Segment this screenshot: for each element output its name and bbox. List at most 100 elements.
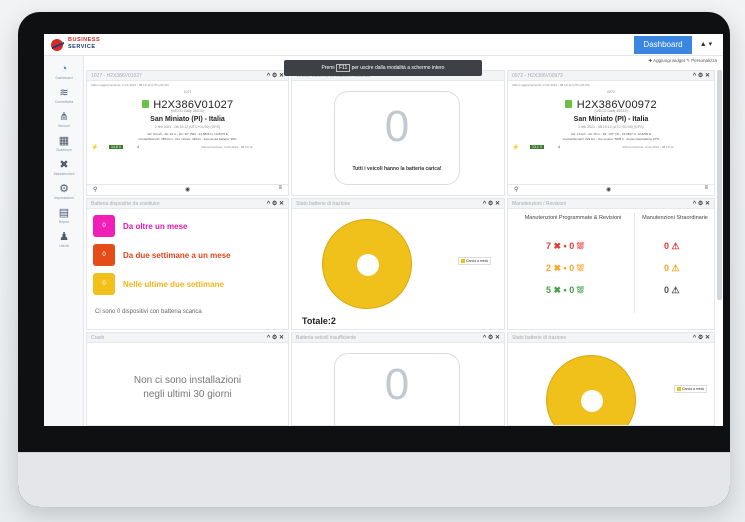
maintenance-panel: Manutenzioni / Revisioni ^ ⚙ ✕ Manutenzi… [507, 198, 715, 330]
voltage-badge: 14,8 V [109, 145, 124, 149]
vehicle-status-row: ⚡ 13,1 V 4 Ultima ricezione: 2 feb 2021 … [512, 143, 712, 153]
panel-title: Stato batterie di trazione [296, 201, 351, 207]
plug-icon: ⚡ [512, 145, 520, 151]
menu-icon[interactable]: ≡ [704, 185, 708, 191]
f11-key: F11 [335, 64, 351, 72]
sidebar-item-label: Scadenze [56, 148, 72, 152]
extraordinary-maintenance-count[interactable]: 0 ⚠ [664, 285, 680, 296]
vehicle-status-icon [141, 99, 149, 108]
panel-title: Batteria dispositivi da sostituire [91, 201, 160, 207]
panel-controls[interactable]: ^ ⚙ ✕ [483, 334, 500, 341]
panel-header: Stato batterie di trazione ^ ⚙ ✕ [292, 199, 504, 209]
dashboard-button[interactable]: Dashboard [634, 36, 692, 54]
vehicle-telemetry-line-2: Contachilometri: 629 km - Ore motore: 58… [562, 137, 660, 141]
legend-label: Carica a metà [682, 387, 704, 391]
page: BUSINESS SERVICE Dashboard ▲ ▾ ✚ Aggiung… [0, 0, 745, 522]
vehicle-status-icon [565, 99, 573, 108]
scheduled-maintenance-count[interactable]: 5 ✖ • 0 ⛆ [546, 285, 584, 296]
panel-header: Batteria dispositivi da sostituire ^ ⚙ ✕ [87, 199, 288, 209]
voltage-badge: 13,1 V [530, 145, 545, 149]
zoom-icon[interactable]: ⚲ [514, 186, 518, 193]
vehicle-code: 0972 [607, 90, 615, 94]
no-installations-line-1: Non ci sono installazioni [133, 375, 242, 386]
user-menu-button[interactable]: ▲ ▾ [694, 36, 718, 54]
sidebar-item-label: Utenti [59, 244, 69, 248]
counter-box: 0 [334, 353, 460, 425]
sidebar-item-utenti[interactable]: ♟ Utenti [44, 230, 84, 256]
tablet-device-chin [18, 452, 730, 507]
device-battery-panel: Batteria dispositivi da sostituire ^ ⚙ ✕… [86, 198, 289, 330]
calendar-icon: ▦ [58, 135, 70, 147]
battery-row-label: Da oltre un mese [123, 222, 188, 231]
add-widget-link[interactable]: ✚ Aggiungi widget ✎ Personalizza [648, 58, 717, 64]
battery-row[interactable]: 0 Nelle ultime due settimane [93, 273, 283, 295]
zoom-icon[interactable]: ⚲ [93, 186, 97, 193]
battery-count-badge: 0 [93, 244, 115, 266]
eye-icon[interactable]: ◉ [185, 186, 190, 193]
brand-line-1: BUSINESS [68, 37, 101, 43]
vehicle-code: 1027 [183, 90, 192, 94]
vehicle-location: San Miniato (PI) - Italia [150, 116, 225, 123]
plug-icon: ⚡ [91, 145, 99, 151]
panel-controls[interactable]: ^ ⚙ ✕ [693, 72, 710, 79]
panel-header: 0972 - H2X386V00972 ^ ⚙ ✕ [508, 71, 714, 81]
battery-note: Ci sono 0 dispositivi con batteria scari… [95, 309, 202, 315]
tools-icon: ✖ [59, 159, 69, 171]
panel-controls[interactable]: ^ ⚙ ✕ [267, 72, 284, 79]
panel-controls[interactable]: ^ ⚙ ✕ [693, 334, 710, 341]
donut-hole [581, 390, 603, 412]
vehicle-count: 0 [384, 102, 410, 151]
brand-line-2: SERVICE [68, 44, 96, 50]
sidebar-item-sensori[interactable]: ⋔ Sensori [44, 110, 84, 136]
no-installations-line-2: negli ultimi 30 giorni [143, 389, 232, 400]
panel-header: Stato batterie di trazione ^ ⚙ ✕ [508, 333, 714, 343]
brand-name: BUSINESS SERVICE [68, 37, 100, 51]
panel-controls[interactable]: ^ ⚙ ✕ [267, 334, 284, 341]
panel-title: Stato batterie di trazione [512, 335, 567, 341]
menu-icon[interactable]: ≡ [278, 185, 282, 191]
sidebar-item-connettività[interactable]: ≋ Connettività [44, 86, 84, 112]
sidebar-item-scadenze[interactable]: ▦ Scadenze [44, 134, 84, 160]
half-charged-slice[interactable] [322, 219, 412, 309]
sidebar-item-label: Manutenzioni [53, 172, 75, 176]
insufficient-battery-panel: Batteria veicoli insufficiente ^ ⚙ ✕ 0 [291, 332, 505, 426]
donut-hole [357, 254, 379, 276]
panel-header: Crash ^ ⚙ ✕ [87, 333, 288, 343]
battery-row-label: Da due settimane a un mese [123, 251, 231, 260]
last-update-text: Ultimo aggiornamento: 2 feb 2021 - 08:10… [91, 83, 169, 87]
panel-controls[interactable]: ^ ⚙ ✕ [267, 200, 284, 207]
company-logo-icon [51, 39, 64, 51]
eye-icon[interactable]: ◉ [606, 186, 611, 193]
panel-controls[interactable]: ^ ⚙ ✕ [483, 200, 500, 207]
vehicle-panel-1027: 1027 - H2X386V01027 ^ ⚙ ✕ Ultimo aggiorn… [86, 70, 289, 196]
wifi-icon: ≋ [59, 87, 69, 99]
extraordinary-maintenance-header: Manutenzioni Straordinarie [642, 215, 708, 221]
sidebar-item-label: Impostazioni [54, 196, 74, 200]
scheduled-maintenance-count[interactable]: 7 ✖ • 0 ⛆ [546, 241, 584, 252]
extraordinary-maintenance-count[interactable]: 0 ⚠ [664, 263, 680, 274]
sidebar-item-label: Sensori [58, 124, 70, 128]
battery-row[interactable]: 0 Da oltre un mese [93, 215, 283, 237]
extraordinary-maintenance-count[interactable]: 0 ⚠ [664, 241, 680, 252]
battery-row[interactable]: 0 Da due settimane a un mese [93, 244, 283, 266]
vehicle-model: (IVECO Daily 35S13) [170, 109, 205, 113]
hint-suffix: per uscire dalla modalità a schermo inte… [351, 65, 445, 71]
sidebar-item-impostazioni[interactable]: ⚙ Impostazioni [44, 182, 84, 208]
sidebar-item-report[interactable]: ▤ Report [44, 206, 84, 232]
sidebar-item-dashboard[interactable]: ◔ Dashboard [44, 62, 84, 88]
sidebar-item-manutenzioni[interactable]: ✖ Manutenzioni [44, 158, 84, 184]
counter-box: 0 Tutti i veicoli hanno la batteria cari… [334, 91, 460, 185]
traction-battery-panel: Stato batterie di trazione ^ ⚙ ✕ Carica … [291, 198, 505, 330]
vertical-scrollbar[interactable] [717, 70, 722, 300]
panel-title: Batteria veicoli insufficiente [296, 335, 357, 341]
vehicle-model: (IVECO Daily 35S13) [594, 109, 628, 113]
total-label: Totale:2 [302, 316, 336, 326]
panel-controls[interactable]: ^ ⚙ ✕ [693, 200, 710, 207]
legend-swatch [461, 259, 465, 264]
signal-badge: 4 [558, 145, 560, 149]
half-charged-slice[interactable] [546, 355, 636, 425]
panel-footer-actions: ⚲ ◉ ≡ [508, 184, 714, 195]
panel-title: Manutenzioni / Revisioni [512, 201, 567, 207]
vehicle-count: 0 [384, 360, 410, 409]
scheduled-maintenance-count[interactable]: 2 ✖ • 0 ⛆ [546, 263, 584, 274]
